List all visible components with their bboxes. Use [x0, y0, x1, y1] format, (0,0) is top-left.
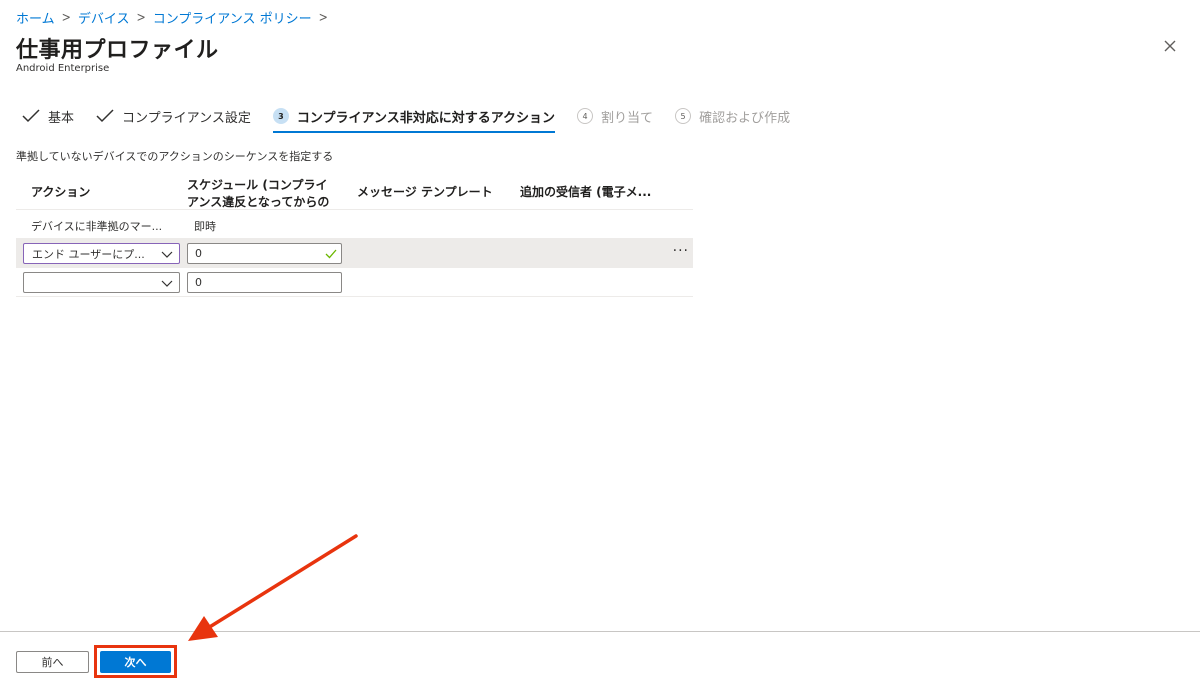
- step-number: 4: [577, 108, 594, 124]
- schedule-input[interactable]: 0: [187, 243, 342, 264]
- dropdown-value: エンド ユーザーにプ...: [32, 247, 145, 261]
- header-action: アクション: [31, 185, 91, 199]
- header-schedule-line1: スケジュール (コンプライ: [187, 178, 328, 192]
- checkmark-icon: [22, 109, 40, 123]
- chevron-down-icon: [161, 251, 173, 258]
- step-label: コンプライアンス設定: [122, 110, 251, 126]
- step-compliance-settings[interactable]: コンプライアンス設定: [96, 104, 251, 128]
- breadcrumb: ホーム > デバイス > コンプライアンス ポリシー >: [16, 8, 335, 27]
- chevron-right-icon: >: [318, 9, 328, 26]
- chevron-right-icon: >: [136, 9, 146, 26]
- header-message-template: メッセージ テンプレート: [357, 185, 493, 199]
- step-label: 基本: [48, 110, 75, 126]
- header-schedule: スケジュール (コンプライ アンス違反となってからの: [187, 177, 329, 211]
- step-label: コンプライアンス非対応に対するアクション: [296, 110, 556, 126]
- action-dropdown[interactable]: エンド ユーザーにプ...: [23, 243, 180, 264]
- step-label: 割り当て: [601, 110, 654, 126]
- schedule-value: 0: [195, 247, 202, 260]
- wizard-steps: 基本 コンプライアンス設定 3 コンプライアンス非対応に対するアクション 4 割…: [22, 104, 812, 134]
- step-number: 5: [675, 108, 692, 124]
- highlight-box: 次へ: [94, 645, 177, 678]
- breadcrumb-compliance-policy[interactable]: コンプライアンス ポリシー: [153, 8, 312, 27]
- section-description: 準拠していないデバイスでのアクションのシーケンスを指定する: [16, 150, 334, 163]
- next-button[interactable]: 次へ: [100, 651, 171, 673]
- action-dropdown[interactable]: [23, 272, 180, 293]
- schedule-input[interactable]: 0: [187, 272, 342, 293]
- breadcrumb-home[interactable]: ホーム: [16, 8, 55, 27]
- table-row: デバイスに非準拠のマー... 即時: [16, 210, 693, 239]
- step-assignments[interactable]: 4 割り当て: [577, 104, 653, 128]
- close-icon[interactable]: [1162, 38, 1178, 54]
- table-row: エンド ユーザーにプ... 0 ···: [16, 239, 693, 268]
- footer: 前へ 次へ: [0, 631, 1200, 688]
- step-number: 3: [272, 108, 289, 124]
- previous-button[interactable]: 前へ: [16, 651, 89, 673]
- header-schedule-line2: アンス違反となってからの: [187, 195, 330, 209]
- schedule-value: 0: [195, 276, 202, 289]
- header-additional-recipients: 追加の受信者 (電子メ...: [520, 185, 652, 199]
- table-row: 0: [16, 268, 693, 297]
- more-options-icon[interactable]: ···: [673, 243, 689, 259]
- step-basics[interactable]: 基本: [22, 104, 74, 128]
- page-subtitle: Android Enterprise: [16, 63, 110, 74]
- grid-header: アクション スケジュール (コンプライ アンス違反となってからの メッセージ テ…: [16, 176, 693, 210]
- step-review-create[interactable]: 5 確認および作成: [675, 104, 790, 128]
- breadcrumb-devices[interactable]: デバイス: [78, 8, 130, 27]
- chevron-down-icon: [161, 280, 173, 287]
- step-label: 確認および作成: [699, 110, 791, 126]
- page-title: 仕事用プロファイル: [16, 38, 219, 63]
- actions-grid: アクション スケジュール (コンプライ アンス違反となってからの メッセージ テ…: [16, 176, 693, 297]
- chevron-right-icon: >: [61, 9, 71, 26]
- action-cell: デバイスに非準拠のマー...: [31, 220, 163, 233]
- step-noncompliance-actions[interactable]: 3 コンプライアンス非対応に対するアクション: [272, 104, 556, 133]
- checkmark-icon: [96, 109, 114, 123]
- checkmark-icon: [325, 249, 337, 259]
- schedule-cell: 即時: [194, 220, 216, 233]
